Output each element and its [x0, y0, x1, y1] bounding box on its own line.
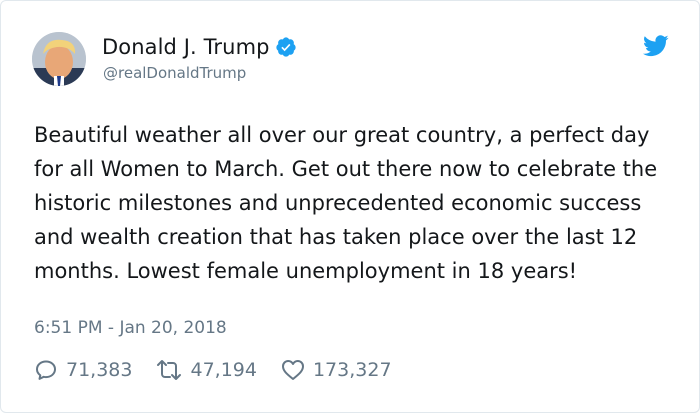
- reply-count: 71,383: [66, 359, 133, 381]
- author-name[interactable]: Donald J. Trump: [102, 35, 270, 59]
- reply-icon: [36, 360, 56, 380]
- avatar-image: [32, 32, 86, 86]
- reply-button[interactable]: 71,383: [34, 358, 132, 382]
- verified-badge-icon: [275, 36, 297, 58]
- avatar[interactable]: [32, 32, 86, 86]
- tweet-timestamp[interactable]: 6:51 PM - Jan 20, 2018: [34, 318, 227, 338]
- retweet-icon: [157, 360, 182, 380]
- retweet-count: 47,194: [190, 359, 257, 381]
- like-button[interactable]: 173,327: [281, 359, 392, 381]
- retweet-button[interactable]: 47,194: [156, 359, 257, 381]
- tweet-actions: 71,383 47,194 173,327: [34, 358, 416, 382]
- twitter-bird-icon[interactable]: [643, 35, 669, 57]
- author-handle[interactable]: @realDonaldTrump: [103, 64, 246, 82]
- tweet-card: Donald J. Trump @realDonaldTrump Beautif…: [0, 0, 700, 413]
- like-count: 173,327: [312, 359, 392, 381]
- tweet-text: Beautiful weather all over our great cou…: [34, 123, 658, 283]
- author-name-row: Donald J. Trump: [102, 35, 297, 59]
- heart-icon: [281, 360, 304, 380]
